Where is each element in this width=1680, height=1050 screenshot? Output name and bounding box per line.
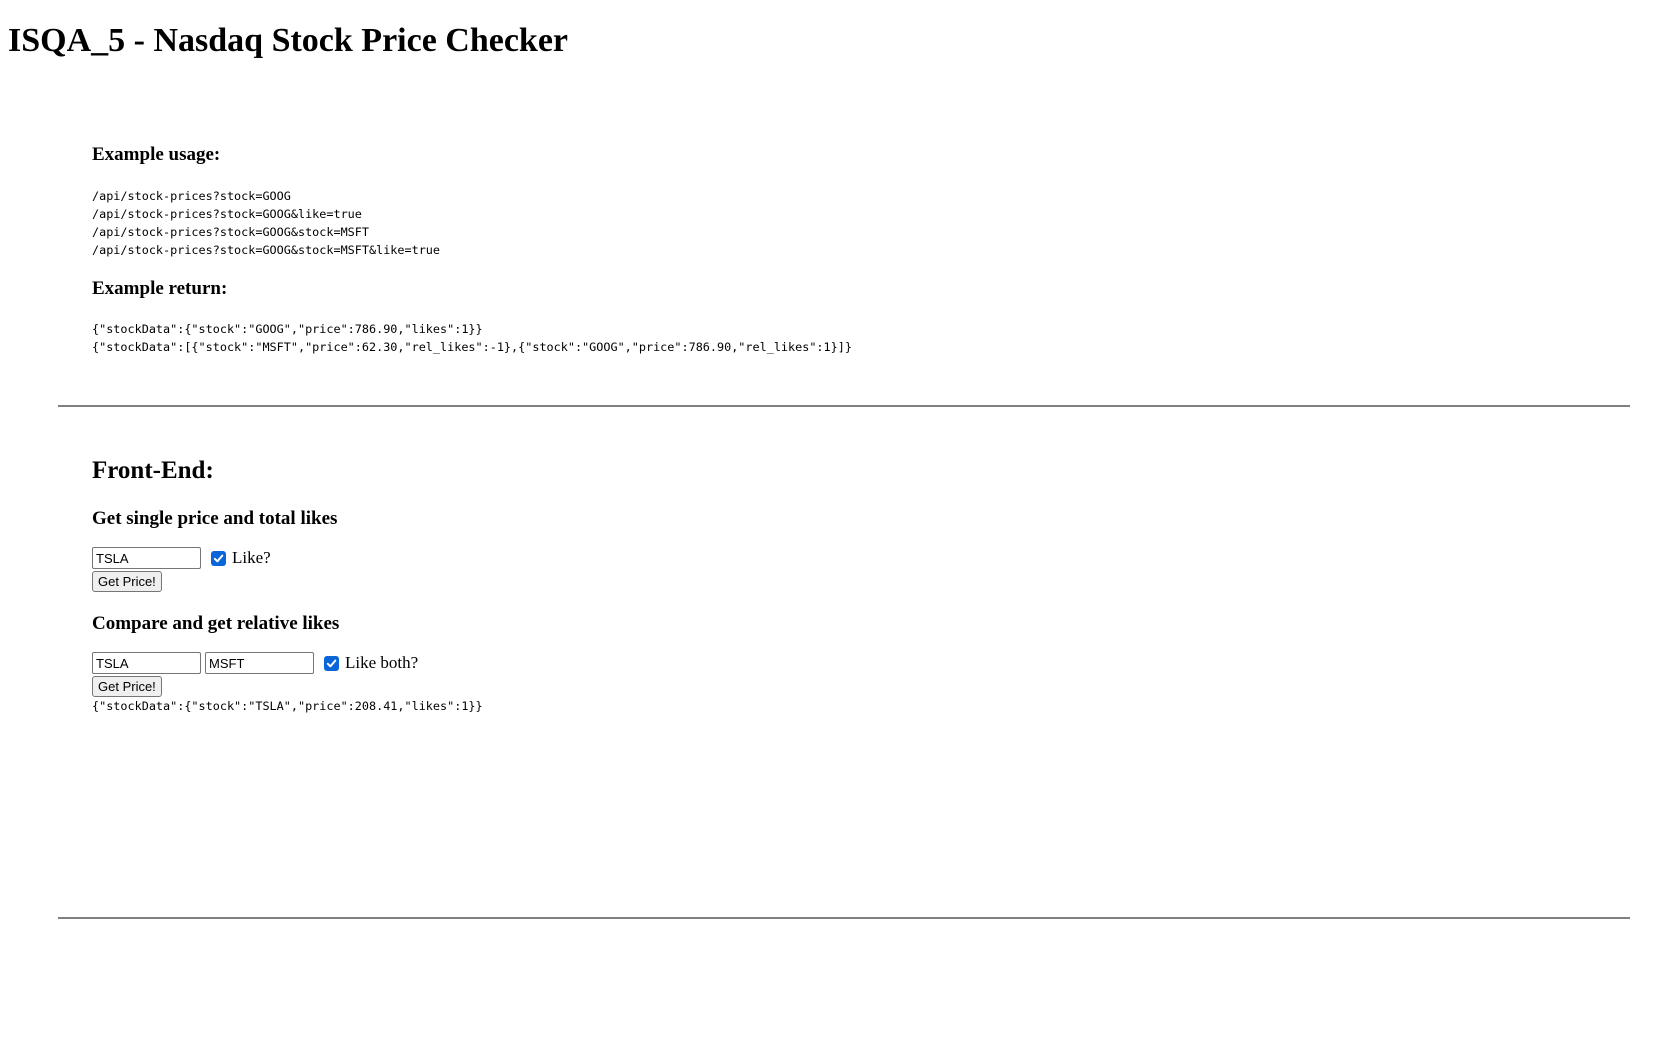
get-single-price-button[interactable]: Get Price! <box>92 571 162 592</box>
example-return-heading: Example return: <box>92 278 228 299</box>
usage-line: /api/stock-prices?stock=GOOG <box>92 189 291 203</box>
checkmark-icon <box>213 554 224 562</box>
example-usage-section: Example usage: <box>92 143 220 167</box>
result-output: {"stockData":{"stock":"TSLA","price":208… <box>92 697 483 715</box>
compare-stock-2-input[interactable] <box>205 652 314 674</box>
like-both-label: Like both? <box>345 653 419 672</box>
divider-top <box>58 405 1630 407</box>
single-price-heading: Get single price and total likes <box>92 508 338 529</box>
compare-stock-1-input[interactable] <box>92 652 201 674</box>
frontend-section: Front-End: <box>92 456 214 486</box>
example-return-section: Example return: <box>92 277 227 301</box>
compare-form: Like both? <box>92 652 418 674</box>
return-line: {"stockData":[{"stock":"MSFT","price":62… <box>92 340 852 354</box>
single-price-form: Like? <box>92 547 271 569</box>
single-stock-input[interactable] <box>92 547 201 569</box>
like-both-checkbox[interactable] <box>324 655 339 671</box>
frontend-heading: Front-End: <box>92 457 214 484</box>
example-usage-heading: Example usage: <box>92 144 221 165</box>
like-checkbox[interactable] <box>211 550 226 566</box>
checkmark-icon <box>326 659 337 667</box>
compare-heading: Compare and get relative likes <box>92 613 340 634</box>
compare-get-price-button[interactable]: Get Price! <box>92 676 162 697</box>
usage-line: /api/stock-prices?stock=GOOG&stock=MSFT&… <box>92 243 441 257</box>
usage-line: /api/stock-prices?stock=GOOG&stock=MSFT <box>92 225 369 239</box>
usage-line: /api/stock-prices?stock=GOOG&like=true <box>92 207 362 221</box>
return-line: {"stockData":{"stock":"GOOG","price":786… <box>92 322 483 336</box>
page-title: ISQA_5 - Nasdaq Stock Price Checker <box>8 22 569 59</box>
like-label: Like? <box>232 548 271 567</box>
example-usage-code: /api/stock-prices?stock=GOOG /api/stock-… <box>92 187 440 259</box>
divider-bottom <box>58 917 1630 919</box>
result-json: {"stockData":{"stock":"TSLA","price":208… <box>92 699 483 713</box>
example-return-code: {"stockData":{"stock":"GOOG","price":786… <box>92 320 852 356</box>
single-price-heading-wrap: Get single price and total likes <box>92 507 337 531</box>
compare-heading-wrap: Compare and get relative likes <box>92 612 339 636</box>
